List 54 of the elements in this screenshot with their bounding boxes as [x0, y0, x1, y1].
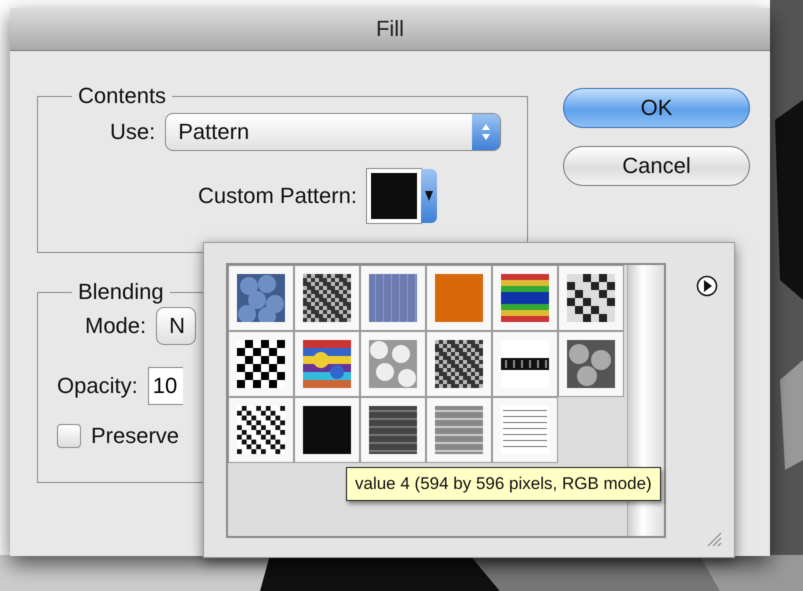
- pattern-icon: [237, 406, 285, 454]
- pattern-icon: [370, 173, 417, 219]
- group-label: Blending: [77, 279, 165, 305]
- mode-dropdown[interactable]: N: [156, 307, 196, 345]
- tooltip: value 4 (594 by 596 pixels, RGB mode): [346, 467, 661, 501]
- pattern-swatch[interactable]: [558, 331, 624, 397]
- use-dropdown[interactable]: Pattern: [165, 113, 502, 151]
- field-label: Opacity:: [57, 373, 138, 399]
- pattern-swatch[interactable]: [294, 331, 360, 397]
- pattern-icon: [303, 340, 351, 388]
- pattern-icon: [435, 340, 483, 388]
- pattern-swatch[interactable]: [294, 397, 360, 463]
- pattern-swatch[interactable]: [426, 397, 492, 463]
- pattern-icon: [369, 274, 417, 322]
- dialog-button[interactable]: Cancel: [563, 146, 750, 186]
- pattern-swatch[interactable]: [492, 331, 558, 397]
- pattern-icon: [237, 340, 285, 388]
- pattern-swatch[interactable]: [360, 331, 426, 397]
- pattern-icon: [501, 340, 549, 388]
- pattern-swatch[interactable]: [360, 265, 426, 331]
- dialog-button[interactable]: OK: [563, 88, 750, 128]
- pattern-well[interactable]: [366, 169, 437, 223]
- pattern-icon: [567, 340, 615, 388]
- pattern-swatch[interactable]: [228, 397, 294, 463]
- pattern-icon: [369, 340, 417, 388]
- pattern-swatch[interactable]: [360, 397, 426, 463]
- group-label: Contents: [77, 83, 168, 109]
- opacity-field[interactable]: 10: [148, 367, 183, 405]
- pattern-icon: [567, 274, 615, 322]
- pattern-icon: [303, 406, 351, 454]
- pattern-swatch[interactable]: [228, 331, 294, 397]
- pattern-icon: [501, 274, 549, 322]
- pattern-swatch[interactable]: [426, 265, 492, 331]
- pattern-swatch[interactable]: [426, 331, 492, 397]
- pattern-swatch[interactable]: [492, 397, 558, 463]
- pattern-icon: [501, 406, 549, 454]
- pattern-swatch[interactable]: [492, 265, 558, 331]
- preserve-checkbox[interactable]: [57, 424, 81, 448]
- pattern-icon: [435, 406, 483, 454]
- field-label: Custom Pattern:: [198, 183, 357, 209]
- pattern-swatch[interactable]: [228, 265, 294, 331]
- resize-grip-icon[interactable]: [706, 531, 722, 547]
- pattern-swatch[interactable]: [294, 265, 360, 331]
- checkbox-label: Preserve: [91, 423, 180, 449]
- stepper-icon: [481, 123, 492, 141]
- field-label: Use:: [110, 119, 156, 145]
- pattern-icon: [237, 274, 285, 322]
- pattern-icon: [303, 274, 351, 322]
- pattern-icon: [369, 406, 417, 454]
- window-title: Fill: [376, 16, 404, 42]
- caret-icon: [424, 191, 433, 201]
- pattern-icon: [435, 274, 483, 322]
- field-label: Mode:: [85, 313, 146, 339]
- pattern-swatch[interactable]: [558, 265, 624, 331]
